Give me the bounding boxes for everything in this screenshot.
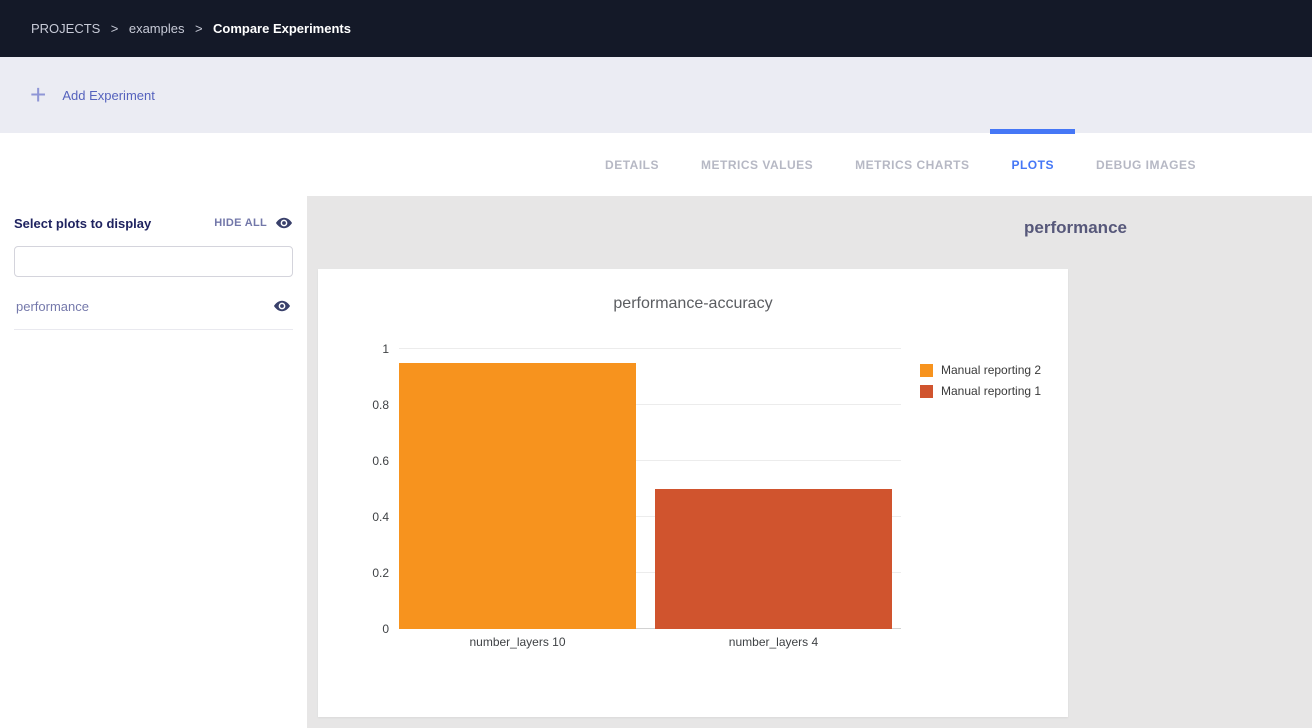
plot-filter-input[interactable] — [14, 246, 293, 277]
legend-swatch — [920, 385, 933, 398]
breadcrumb-projects[interactable]: PROJECTS — [31, 21, 100, 36]
y-tick-label: 1 — [382, 342, 389, 356]
tab-debug-images[interactable]: DEBUG IMAGES — [1075, 133, 1217, 196]
breadcrumb-separator: > — [111, 21, 119, 36]
chart-title: performance-accuracy — [318, 269, 1068, 313]
chart-legend: Manual reporting 2 Manual reporting 1 — [920, 363, 1041, 398]
y-tick-label: 0.4 — [372, 510, 389, 524]
plot-list-item-performance[interactable]: performance — [14, 297, 293, 330]
tab-metrics-values[interactable]: METRICS VALUES — [680, 133, 834, 196]
hide-all-button[interactable]: HIDE ALL — [214, 214, 293, 232]
bar-number-layers-4[interactable] — [655, 489, 892, 629]
y-tick-label: 0.2 — [372, 566, 389, 580]
plots-sidebar: Select plots to display HIDE ALL perform… — [0, 196, 307, 728]
breadcrumb-examples[interactable]: examples — [129, 21, 185, 36]
add-experiment-button[interactable]: Add Experiment — [62, 88, 155, 103]
tab-metrics-charts[interactable]: METRICS CHARTS — [834, 133, 990, 196]
breadcrumb-separator: > — [195, 21, 203, 36]
x-axis-labels: number_layers 10 number_layers 4 — [399, 635, 901, 649]
eye-icon — [275, 214, 293, 232]
chart-plot-area: 0 0.2 0.4 0.6 0.8 1 — [399, 349, 901, 629]
legend-label: Manual reporting 1 — [941, 384, 1041, 398]
top-bar: PROJECTS > examples > Compare Experiment… — [0, 0, 1312, 57]
plot-card: performance-accuracy 0 0.2 0.4 0.6 0.8 1 — [318, 269, 1068, 717]
legend-item[interactable]: Manual reporting 2 — [920, 363, 1041, 377]
experiments-toolbar: + Add Experiment — [0, 57, 1312, 133]
legend-swatch — [920, 364, 933, 377]
content-area: Select plots to display HIDE ALL perform… — [0, 196, 1312, 728]
plots-panel: performance performance-accuracy 0 0.2 0… — [307, 196, 1312, 728]
plot-group-title: performance — [573, 218, 1312, 238]
eye-icon[interactable] — [273, 297, 291, 315]
y-tick-label: 0.8 — [372, 398, 389, 412]
chart-bars — [399, 349, 901, 629]
y-tick-label: 0 — [382, 622, 389, 636]
legend-item[interactable]: Manual reporting 1 — [920, 384, 1041, 398]
plot-group-header: performance — [307, 196, 1312, 260]
legend-label: Manual reporting 2 — [941, 363, 1041, 377]
y-tick-label: 0.6 — [372, 454, 389, 468]
bar-number-layers-10[interactable] — [399, 363, 636, 629]
tab-plots[interactable]: PLOTS — [990, 133, 1075, 196]
sidebar-header: Select plots to display HIDE ALL — [14, 214, 293, 232]
plus-icon[interactable]: + — [30, 81, 46, 109]
hide-all-label: HIDE ALL — [214, 217, 267, 229]
plot-item-label: performance — [16, 299, 89, 314]
x-tick-label: number_layers 10 — [399, 635, 636, 649]
tab-details[interactable]: DETAILS — [584, 133, 680, 196]
x-tick-label: number_layers 4 — [655, 635, 892, 649]
breadcrumb-current-page: Compare Experiments — [213, 21, 351, 36]
sidebar-title: Select plots to display — [14, 216, 151, 231]
compare-tabs: DETAILS METRICS VALUES METRICS CHARTS PL… — [0, 133, 1312, 196]
breadcrumb: PROJECTS > examples > Compare Experiment… — [31, 20, 351, 38]
